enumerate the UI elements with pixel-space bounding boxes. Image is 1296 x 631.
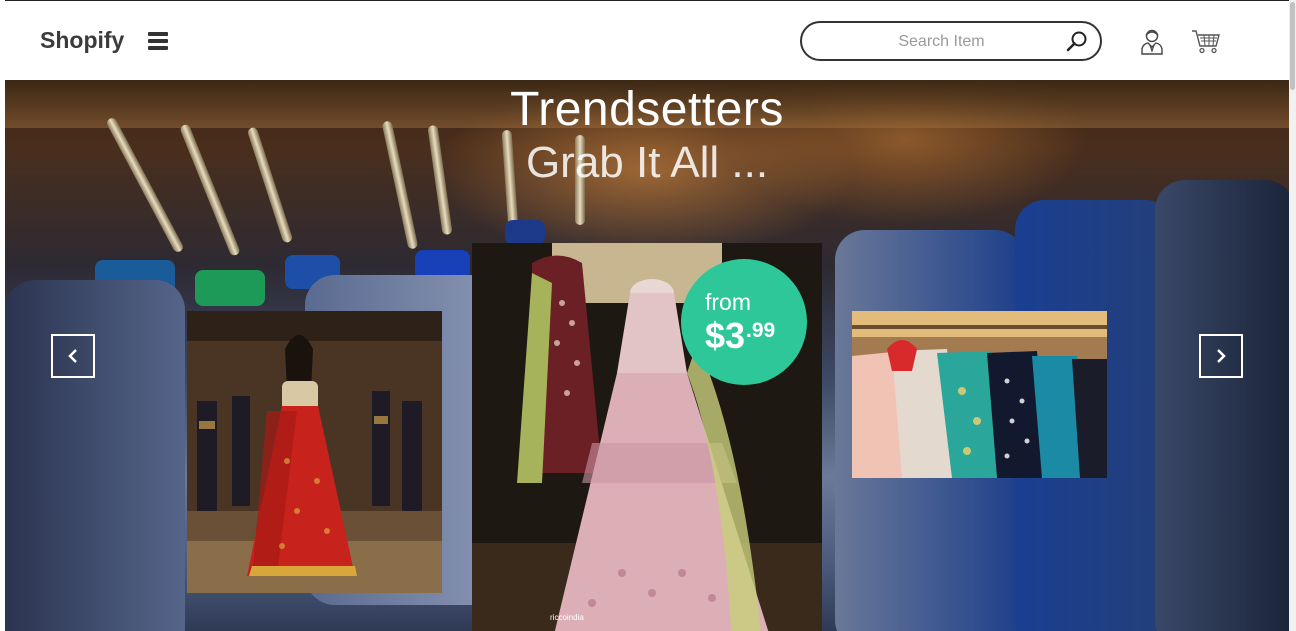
user-icon[interactable] (1140, 27, 1164, 57)
hero-banner: Trendsetters Grab It All ... riccoindia (5, 80, 1289, 631)
product-image-shirts (852, 311, 1107, 478)
search-icon[interactable] (1065, 30, 1089, 54)
site-header: Shopify (5, 1, 1289, 80)
carousel-prev-button[interactable] (51, 334, 95, 378)
chevron-right-icon (1217, 349, 1226, 363)
price-badge: from $3.99 (681, 259, 807, 385)
chevron-left-icon (68, 349, 77, 363)
product-card-left[interactable] (187, 311, 442, 593)
hamburger-icon[interactable] (148, 32, 168, 50)
search-bar (800, 21, 1102, 61)
product-image-lehenga (187, 311, 442, 593)
hero-subtitle: Grab It All ... (525, 138, 769, 187)
window-left-border (0, 0, 5, 631)
hero-title: Trendsetters (510, 83, 784, 136)
image-watermark: riccoindia (550, 613, 584, 622)
search-input[interactable] (822, 31, 1061, 53)
scrollbar-thumb[interactable] (1290, 2, 1295, 90)
product-card-right[interactable] (852, 311, 1107, 478)
cart-icon[interactable] (1191, 29, 1221, 55)
price-value: $3.99 (705, 315, 776, 356)
price-prefix: from (705, 289, 751, 315)
brand-logo[interactable]: Shopify (40, 27, 124, 54)
carousel-next-button[interactable] (1199, 334, 1243, 378)
price-cents: .99 (746, 319, 776, 342)
scrollbar-track[interactable] (1289, 0, 1296, 631)
